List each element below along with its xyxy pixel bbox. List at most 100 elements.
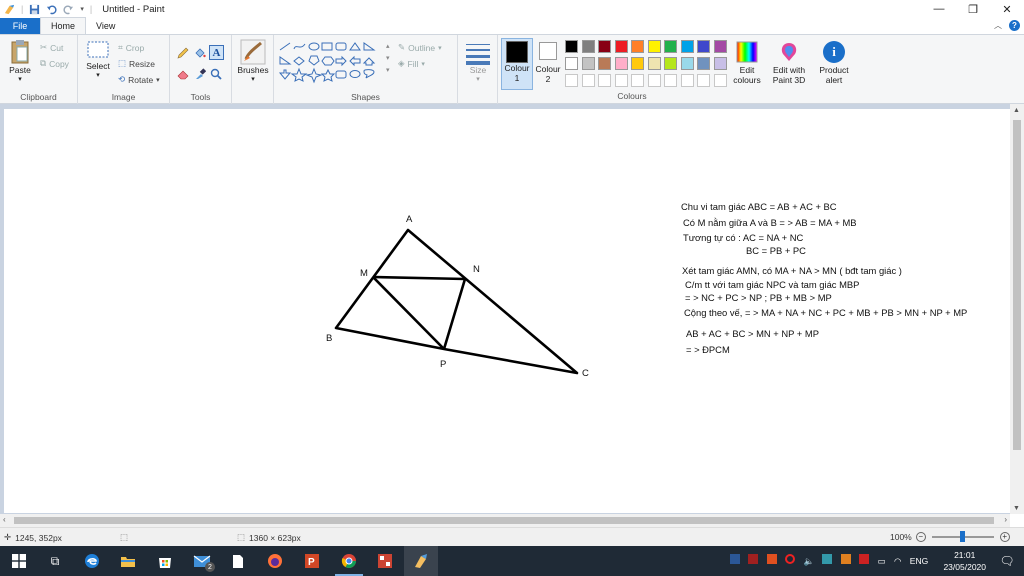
palette-swatch[interactable] [614,40,628,53]
fill-button[interactable]: ◈ Fill ▾ [398,58,425,69]
drawing-canvas[interactable]: A M N B P C Chu vi tam giác ABC = AB + A… [4,109,1010,513]
tray-app-icon[interactable] [766,554,777,564]
scroll-down-icon[interactable]: ▼ [1013,505,1020,512]
custom-colour-slot[interactable] [614,74,628,87]
restore-button[interactable]: ❐ [956,0,990,18]
palette-swatch[interactable] [581,57,595,70]
cut-button[interactable]: ✂ Cut [40,42,63,53]
outline-button[interactable]: ✎ Outline ▾ [398,42,442,53]
palette-swatch[interactable] [565,40,578,53]
help-icon[interactable]: ? [1009,20,1020,31]
chrome-icon[interactable] [340,552,358,570]
pencil-icon[interactable] [177,47,189,59]
magnifier-icon[interactable] [210,68,222,80]
file-explorer-icon[interactable] [119,552,137,570]
palette-swatch[interactable] [565,57,578,70]
undo-icon[interactable] [46,4,57,15]
tab-view[interactable]: View [86,18,125,34]
word-tray-icon[interactable] [730,554,740,564]
paste-button[interactable]: Paste ▾ [6,39,34,85]
colour1-button[interactable]: Colour 1 [501,38,533,90]
tab-home[interactable]: Home [40,17,87,34]
scroll-left-icon[interactable]: ‹ [3,515,6,524]
zoom-slider[interactable] [931,531,994,542]
zoom-slider-thumb[interactable] [959,531,965,542]
fill-bucket-icon[interactable] [194,47,206,59]
text-tool-icon[interactable]: A [209,45,224,60]
palette-swatch[interactable] [680,57,694,70]
task-view-icon[interactable]: ⧉ [46,552,64,570]
color-picker-icon[interactable] [194,68,206,80]
custom-colour-slot[interactable] [647,74,661,87]
horizontal-scroll-thumb[interactable] [14,517,994,524]
custom-colour-slot[interactable] [565,74,578,87]
rotate-button[interactable]: ⟲ Rotate ▾ [118,74,160,85]
opera-icon[interactable] [785,554,796,564]
clock[interactable]: 21:01 23/05/2020 [943,549,986,573]
battery-icon[interactable]: ▭ [878,556,886,566]
wifi-icon[interactable]: ◠ [894,556,901,566]
custom-colour-slot[interactable] [680,74,694,87]
colour2-button[interactable]: Colour 2 [534,40,562,84]
custom-colour-slot[interactable] [598,74,611,87]
start-button[interactable] [10,552,28,570]
vertical-scrollbar[interactable]: ▲ ▼ [1010,104,1024,514]
palette-swatch[interactable] [697,57,710,70]
palette-swatch[interactable] [598,40,611,53]
custom-colour-slot[interactable] [664,74,677,87]
tray-app-icon[interactable] [748,554,759,564]
save-icon[interactable] [29,4,40,15]
palette-swatch[interactable] [664,57,677,70]
notification-icon[interactable]: 🗨 [998,552,1016,570]
outline-dropdown-icon[interactable]: ▾ [438,44,442,52]
firefox-icon[interactable] [266,552,284,570]
brushes-dropdown-icon[interactable]: ▾ [251,75,255,85]
store-icon[interactable] [156,552,174,570]
edit-colours-button[interactable]: Edit colours [732,41,762,85]
zoom-in-icon[interactable]: + [999,532,1010,542]
palette-swatch[interactable] [664,40,677,53]
shield-icon[interactable] [840,554,851,564]
select-dropdown-icon[interactable]: ▾ [96,71,100,81]
crop-button[interactable]: ⌗ Crop [118,42,144,53]
custom-colour-slot[interactable] [713,74,727,87]
paste-dropdown-icon[interactable]: ▾ [18,75,22,85]
palette-swatch[interactable] [598,57,611,70]
palette-swatch[interactable] [614,57,628,70]
qa-dropdown-icon[interactable]: ▾ [80,5,84,13]
zoom-out-icon[interactable]: − [915,532,926,542]
palette-swatch[interactable] [647,57,661,70]
app-icon[interactable] [376,552,394,570]
scroll-up-icon[interactable]: ▲ [1013,107,1020,114]
tray-app-icon[interactable] [859,554,870,564]
close-button[interactable]: ✕ [990,0,1024,18]
powerpoint-icon[interactable]: P [303,552,321,570]
volume-icon[interactable]: 🔈 [804,556,815,566]
resize-button[interactable]: ⬚ Resize [118,58,155,69]
tray-app-icon[interactable] [822,554,833,564]
select-button[interactable]: Select ▾ [84,39,112,81]
custom-colour-slot[interactable] [581,74,595,87]
edge-icon[interactable] [83,552,101,570]
custom-colour-slot[interactable] [697,74,710,87]
edit-with-paint3d-button[interactable]: Edit with Paint 3D [768,41,810,85]
palette-swatch[interactable] [680,40,694,53]
custom-colour-slot[interactable] [631,74,644,87]
size-dropdown-icon[interactable]: ▾ [476,75,480,85]
brushes-button[interactable]: Brushes ▾ [235,39,271,85]
scroll-right-icon[interactable]: › [1004,515,1007,524]
tab-file[interactable]: File [0,18,40,34]
size-button[interactable]: Size ▾ [462,41,494,85]
shapes-gallery[interactable] [278,41,390,85]
horizontal-scrollbar[interactable]: ‹ › [0,514,1010,527]
palette-swatch[interactable] [713,40,727,53]
vertical-scroll-thumb[interactable] [1013,120,1021,450]
shapes-scroll[interactable]: ▴ ▾ ▾ [386,41,390,77]
language-indicator[interactable]: ENG [910,556,928,566]
product-alert-button[interactable]: i Product alert [814,41,854,85]
copy-button[interactable]: ⧉ Copy [40,58,69,69]
fill-dropdown-icon[interactable]: ▾ [421,60,425,68]
minimize-button[interactable]: — [922,0,956,18]
palette-swatch[interactable] [713,57,727,70]
redo-icon[interactable] [63,4,74,15]
